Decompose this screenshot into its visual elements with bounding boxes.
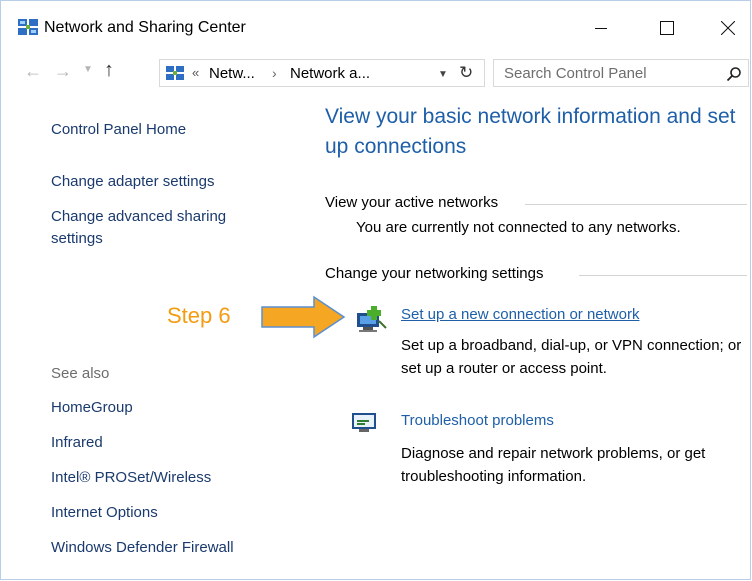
search-box[interactable]: Search Control Panel: [493, 59, 749, 87]
recent-locations-chevron-icon[interactable]: ▼: [83, 64, 93, 75]
crumb-overflow[interactable]: «: [192, 65, 199, 80]
change-adapter-settings-link[interactable]: Change adapter settings: [51, 171, 214, 193]
minimize-icon: [595, 28, 607, 29]
internet-options-link[interactable]: Internet Options: [51, 502, 158, 524]
change-advanced-sharing-link[interactable]: Change advanced sharing settings: [51, 206, 271, 250]
address-bar[interactable]: « Netw... › Network a... ▼ ↻: [159, 59, 485, 87]
title-bar: Network and Sharing Center: [1, 1, 750, 47]
new-connection-icon[interactable]: [353, 303, 387, 333]
network-center-icon: [18, 19, 38, 35]
change-settings-label: Change your networking settings: [325, 265, 544, 282]
crumb-network-internet[interactable]: Netw...: [209, 65, 255, 82]
crumb-separator[interactable]: ›: [272, 65, 277, 81]
see-also-heading: See also: [51, 365, 110, 382]
active-networks-status: You are currently not connected to any n…: [356, 219, 681, 236]
active-networks-label: View your active networks: [325, 194, 499, 211]
forward-arrow-icon[interactable]: →: [54, 61, 72, 82]
minimize-button[interactable]: [578, 11, 624, 45]
setup-connection-link[interactable]: Set up a new connection or network: [401, 306, 639, 323]
troubleshoot-description: Diagnose and repair network problems, or…: [401, 445, 706, 485]
control-panel-home-link[interactable]: Control Panel Home: [51, 119, 186, 141]
up-arrow-icon[interactable]: ↑: [104, 59, 114, 82]
section-divider: [525, 204, 747, 205]
homegroup-link[interactable]: HomeGroup: [51, 397, 133, 419]
network-sharing-window: Network and Sharing Center ← → ▼ ↑ « Net…: [0, 0, 751, 580]
crumb-network-sharing[interactable]: Network a...: [290, 65, 370, 82]
troubleshoot-link[interactable]: Troubleshoot problems: [401, 412, 554, 429]
navigation-bar: ← → ▼ ↑ « Netw... › Network a... ▼ ↻ Sea…: [1, 55, 750, 91]
refresh-icon[interactable]: ↻: [459, 63, 473, 83]
infrared-link[interactable]: Infrared: [51, 432, 103, 454]
network-center-small-icon: [166, 66, 184, 80]
section-divider: [579, 275, 747, 276]
page-heading: View your basic network information and …: [325, 105, 736, 158]
troubleshoot-icon[interactable]: [351, 411, 377, 435]
search-icon[interactable]: [726, 66, 742, 82]
setup-connection-description: Set up a broadband, dial-up, or VPN conn…: [401, 337, 742, 377]
close-button[interactable]: [705, 11, 750, 45]
maximize-button[interactable]: [644, 11, 690, 45]
address-dropdown-icon[interactable]: ▼: [438, 69, 448, 80]
back-arrow-icon[interactable]: ←: [24, 61, 42, 82]
window-title: Network and Sharing Center: [44, 19, 246, 36]
step-annotation-label: Step 6: [167, 303, 231, 328]
search-placeholder: Search Control Panel: [504, 65, 647, 82]
maximize-icon: [660, 21, 674, 35]
step-arrow-icon: [261, 295, 346, 339]
intel-proset-wireless-link[interactable]: Intel® PROSet/Wireless: [51, 467, 211, 489]
close-icon: [721, 21, 735, 35]
windows-defender-firewall-link[interactable]: Windows Defender Firewall: [51, 537, 234, 559]
